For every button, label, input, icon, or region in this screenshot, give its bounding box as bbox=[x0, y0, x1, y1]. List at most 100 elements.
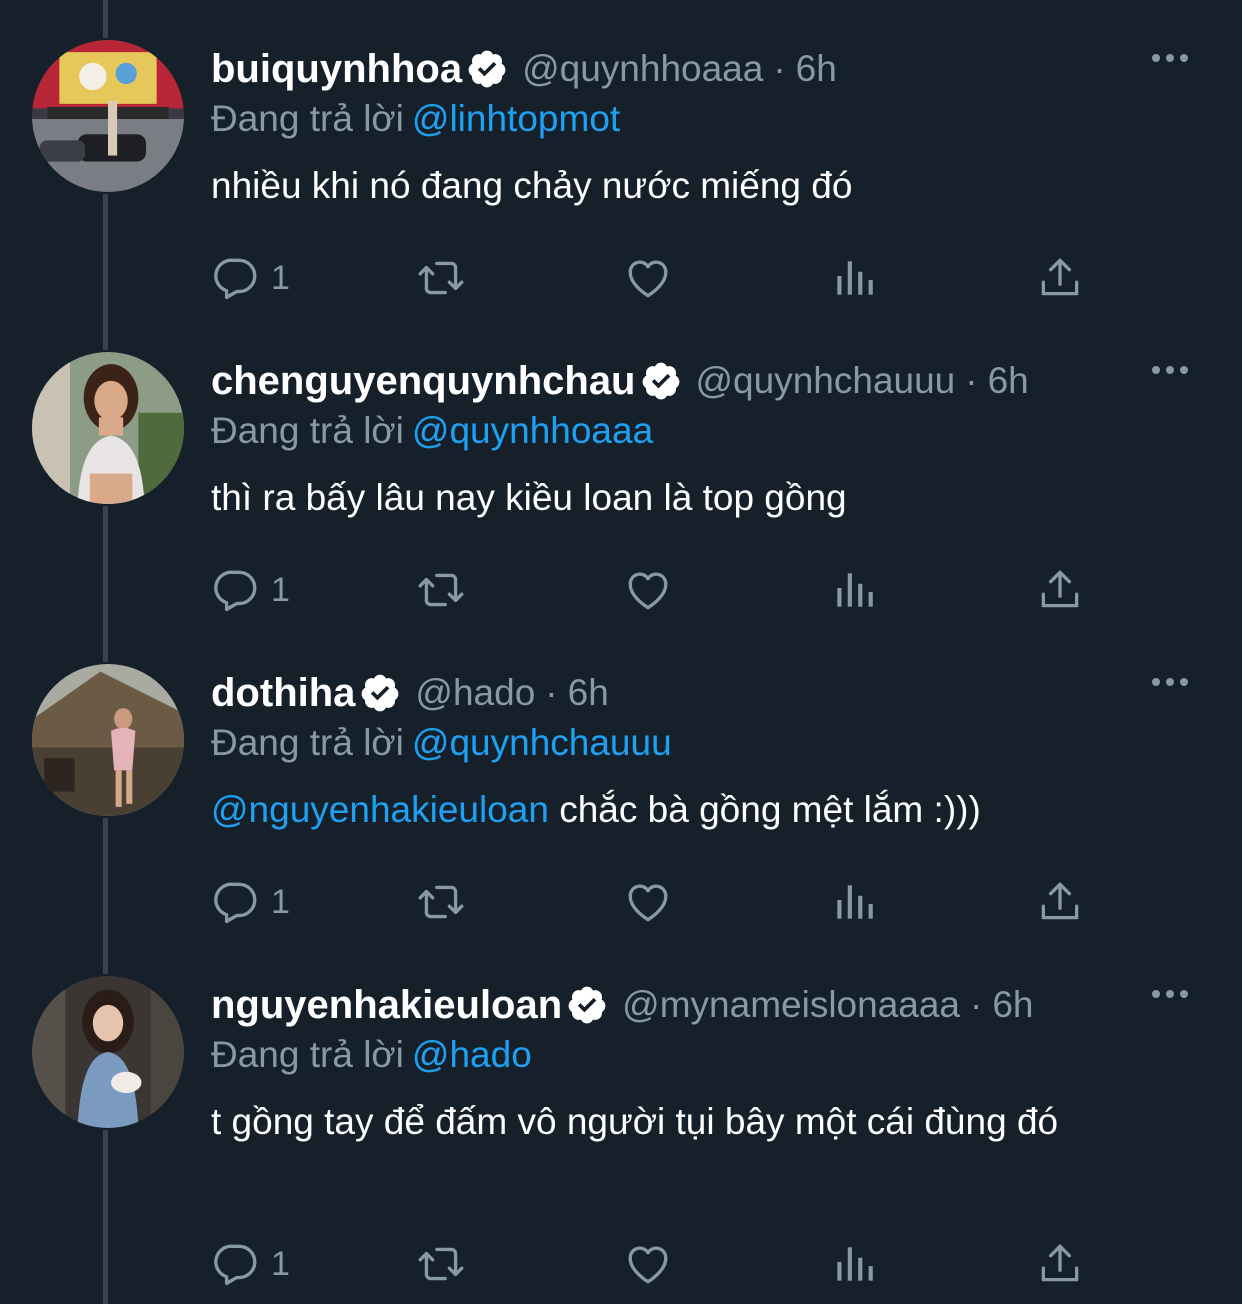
retweet-button[interactable] bbox=[416, 250, 466, 306]
replying-to-mention[interactable]: @quynhhoaaa bbox=[412, 410, 653, 451]
display-name[interactable]: chenguyenquynhchau bbox=[211, 359, 636, 404]
avatar-image-portrait bbox=[32, 352, 184, 504]
separator-dot: · bbox=[970, 984, 983, 1025]
share-icon bbox=[1041, 1244, 1079, 1282]
more-options-icon[interactable] bbox=[1150, 48, 1190, 68]
share-icon bbox=[1041, 258, 1079, 296]
tweet-header: chenguyenquynhchau @quynhchauuu · 6h bbox=[211, 354, 1029, 408]
tweet-text: thì ra bấy lâu nay kiều loan là top gồng bbox=[211, 472, 1201, 524]
retweet-button[interactable] bbox=[416, 1236, 466, 1292]
tweet-mention[interactable]: @nguyenhakieuloan bbox=[211, 789, 549, 830]
like-button[interactable] bbox=[623, 874, 673, 930]
tweet-actions: 1 bbox=[211, 562, 1111, 618]
comment-icon bbox=[214, 570, 257, 612]
verified-badge-icon bbox=[362, 674, 399, 712]
more-options-icon[interactable] bbox=[1150, 672, 1190, 692]
retweet-icon bbox=[418, 885, 464, 919]
replying-to-label: Đang trả lời bbox=[211, 98, 404, 139]
avatar[interactable] bbox=[30, 662, 186, 818]
views-button[interactable] bbox=[829, 250, 879, 306]
avatar[interactable] bbox=[30, 38, 186, 194]
more-options-icon[interactable] bbox=[1150, 984, 1190, 1004]
share-button[interactable] bbox=[1035, 250, 1085, 306]
user-handle[interactable]: @hado bbox=[415, 672, 535, 714]
views-button[interactable] bbox=[829, 1236, 879, 1292]
timestamp[interactable]: 6h bbox=[796, 48, 837, 90]
replying-to-mention[interactable]: @quynhchauuu bbox=[412, 722, 672, 763]
heart-icon bbox=[628, 884, 668, 922]
display-name[interactable]: dothiha bbox=[211, 671, 355, 716]
tweet-body-text: chắc bà gồng mệt lắm :))) bbox=[548, 789, 981, 830]
analytics-icon bbox=[837, 1247, 873, 1281]
share-icon bbox=[1041, 570, 1079, 608]
share-button[interactable] bbox=[1035, 1236, 1085, 1292]
comment-icon bbox=[214, 258, 257, 300]
reply-count: 1 bbox=[271, 258, 290, 297]
reply-button[interactable]: 1 bbox=[211, 562, 290, 618]
share-button[interactable] bbox=[1035, 874, 1085, 930]
tweet-body-text: t gồng tay để đấm vô người tụi bây một c… bbox=[211, 1101, 1059, 1142]
replying-to-label: Đang trả lời bbox=[211, 722, 404, 763]
analytics-icon bbox=[837, 261, 873, 295]
reply-button[interactable]: 1 bbox=[211, 1236, 290, 1292]
verified-badge-icon bbox=[642, 362, 679, 400]
views-button[interactable] bbox=[829, 874, 879, 930]
tweet-body-text: nhiều khi nó đang chảy nước miếng đó bbox=[211, 165, 853, 206]
display-name[interactable]: nguyenhakieuloan bbox=[211, 983, 562, 1028]
like-button[interactable] bbox=[623, 562, 673, 618]
more-options-icon[interactable] bbox=[1150, 360, 1190, 380]
retweet-icon bbox=[418, 573, 464, 607]
replying-to-line: Đang trả lời @quynhchauuu bbox=[211, 722, 672, 764]
heart-icon bbox=[628, 1246, 668, 1284]
separator-dot: · bbox=[773, 48, 786, 89]
analytics-icon bbox=[837, 885, 873, 919]
user-handle[interactable]: @quynhhoaaa bbox=[522, 48, 763, 90]
separator-dot: · bbox=[545, 672, 558, 713]
avatar-image-hut bbox=[32, 664, 184, 816]
replying-to-label: Đang trả lời bbox=[211, 410, 404, 451]
comment-icon bbox=[214, 1244, 257, 1286]
avatar[interactable] bbox=[30, 974, 186, 1130]
tweet-actions: 1 bbox=[211, 1236, 1111, 1292]
timestamp[interactable]: 6h bbox=[992, 984, 1033, 1026]
avatar[interactable] bbox=[30, 350, 186, 506]
avatar-image-portrait bbox=[32, 976, 184, 1128]
like-button[interactable] bbox=[623, 250, 673, 306]
replying-to-line: Đang trả lời @quynhhoaaa bbox=[211, 410, 653, 452]
views-button[interactable] bbox=[829, 562, 879, 618]
share-button[interactable] bbox=[1035, 562, 1085, 618]
user-handle[interactable]: @quynhchauuu bbox=[696, 360, 956, 402]
retweet-icon bbox=[418, 1247, 464, 1281]
tweet-header: nguyenhakieuloan @mynameislonaaaa · 6h bbox=[211, 978, 1034, 1032]
share-icon bbox=[1041, 882, 1079, 920]
tweet-header: buiquynhhoa @quynhhoaaa · 6h bbox=[211, 42, 837, 96]
replying-to-mention[interactable]: @hado bbox=[412, 1034, 532, 1075]
reply-count: 1 bbox=[271, 570, 290, 609]
reply-button[interactable]: 1 bbox=[211, 874, 290, 930]
tweet-body-text: thì ra bấy lâu nay kiều loan là top gồng bbox=[211, 477, 847, 518]
retweet-button[interactable] bbox=[416, 562, 466, 618]
tweet-actions: 1 bbox=[211, 874, 1111, 930]
separator-dot: · bbox=[965, 360, 978, 401]
heart-icon bbox=[628, 572, 668, 610]
timestamp[interactable]: 6h bbox=[988, 360, 1029, 402]
avatar-image-street bbox=[32, 40, 184, 192]
like-button[interactable] bbox=[623, 1236, 673, 1292]
display-name[interactable]: buiquynhhoa bbox=[211, 47, 462, 92]
tweet-text: nhiều khi nó đang chảy nước miếng đó bbox=[211, 160, 1201, 212]
replying-to-label: Đang trả lời bbox=[211, 1034, 404, 1075]
tweet-text: @nguyenhakieuloan chắc bà gồng mệt lắm :… bbox=[211, 784, 1201, 836]
comment-icon bbox=[214, 882, 257, 924]
reply-button[interactable]: 1 bbox=[211, 250, 290, 306]
reply-count: 1 bbox=[271, 882, 290, 921]
replying-to-mention[interactable]: @linhtopmot bbox=[412, 98, 620, 139]
tweet-text: t gồng tay để đấm vô người tụi bây một c… bbox=[211, 1096, 1201, 1148]
reply-count: 1 bbox=[271, 1244, 290, 1283]
verified-badge-icon bbox=[468, 50, 506, 88]
retweet-button[interactable] bbox=[416, 874, 466, 930]
timestamp[interactable]: 6h bbox=[568, 672, 609, 714]
heart-icon bbox=[628, 260, 668, 298]
analytics-icon bbox=[837, 573, 873, 607]
replying-to-line: Đang trả lời @linhtopmot bbox=[211, 98, 620, 140]
user-handle[interactable]: @mynameislonaaaa bbox=[622, 984, 960, 1026]
